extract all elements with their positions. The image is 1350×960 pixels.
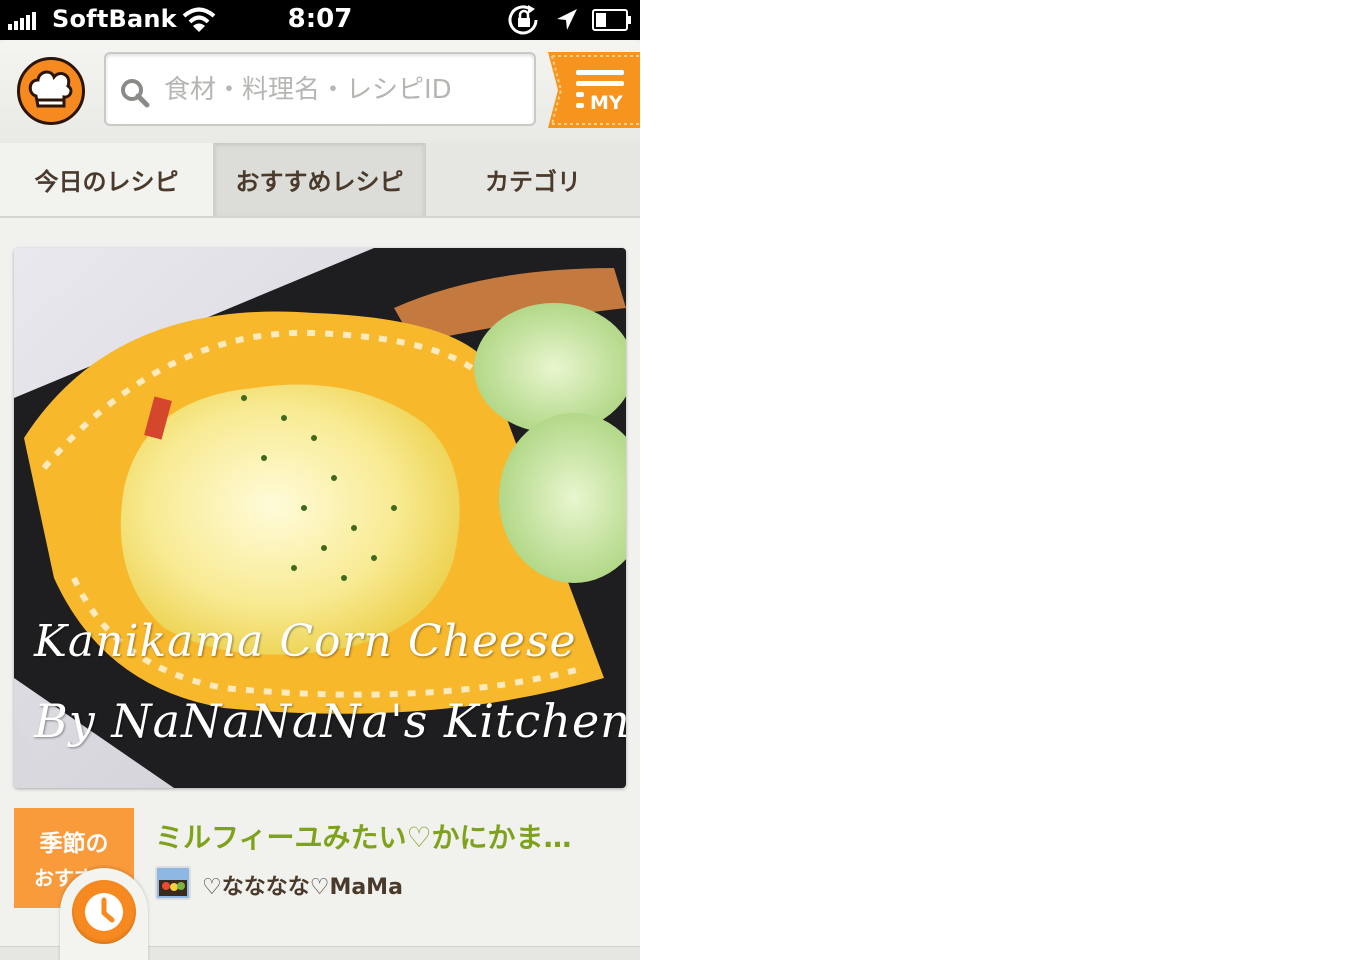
battery-icon (592, 9, 631, 31)
clock-time: 8:07 (287, 4, 353, 34)
recipe-photo[interactable]: Kanikama Corn Cheese By NaNaNaNa's Kitch… (14, 248, 626, 788)
history-button[interactable] (60, 868, 148, 960)
author-avatar[interactable] (155, 866, 191, 900)
photo-caption-line2: By NaNaNaNa's Kitchen (34, 694, 626, 748)
rotation-lock-icon (508, 5, 538, 35)
tab-bar: 今日のレシピ おすすめレシピ カテゴリ (0, 143, 640, 218)
my-menu-button[interactable]: MY (548, 52, 640, 128)
clock-icon (72, 880, 136, 944)
tab-recommended-recipe[interactable]: おすすめレシピ (213, 143, 426, 216)
my-label: MY (590, 92, 623, 114)
tab-category[interactable]: カテゴリ (426, 143, 640, 216)
search-icon (121, 79, 150, 108)
status-bar: SoftBank 8:07 (0, 0, 640, 40)
tab-today-recipe[interactable]: 今日のレシピ (0, 143, 213, 216)
badge-line1: 季節の (39, 831, 109, 857)
photo-caption-line1: Kanikama Corn Cheese (34, 616, 577, 667)
chef-hat-logo-icon[interactable] (17, 57, 85, 125)
phone-screen: SoftBank 8:07 食材・料理名・レシピID MY 今日のレシピ おすす… (0, 0, 640, 960)
app-header: MY (0, 40, 640, 143)
recipe-title-link[interactable]: ミルフィーユみたい♡かにかま… (155, 816, 615, 856)
location-arrow-icon (557, 9, 577, 30)
author-name[interactable]: ♡なななな♡MaMa (202, 869, 403, 901)
main-content: Kanikama Corn Cheese By NaNaNaNa's Kitch… (0, 218, 640, 960)
search-input[interactable] (162, 54, 526, 126)
search-box[interactable] (104, 52, 536, 126)
